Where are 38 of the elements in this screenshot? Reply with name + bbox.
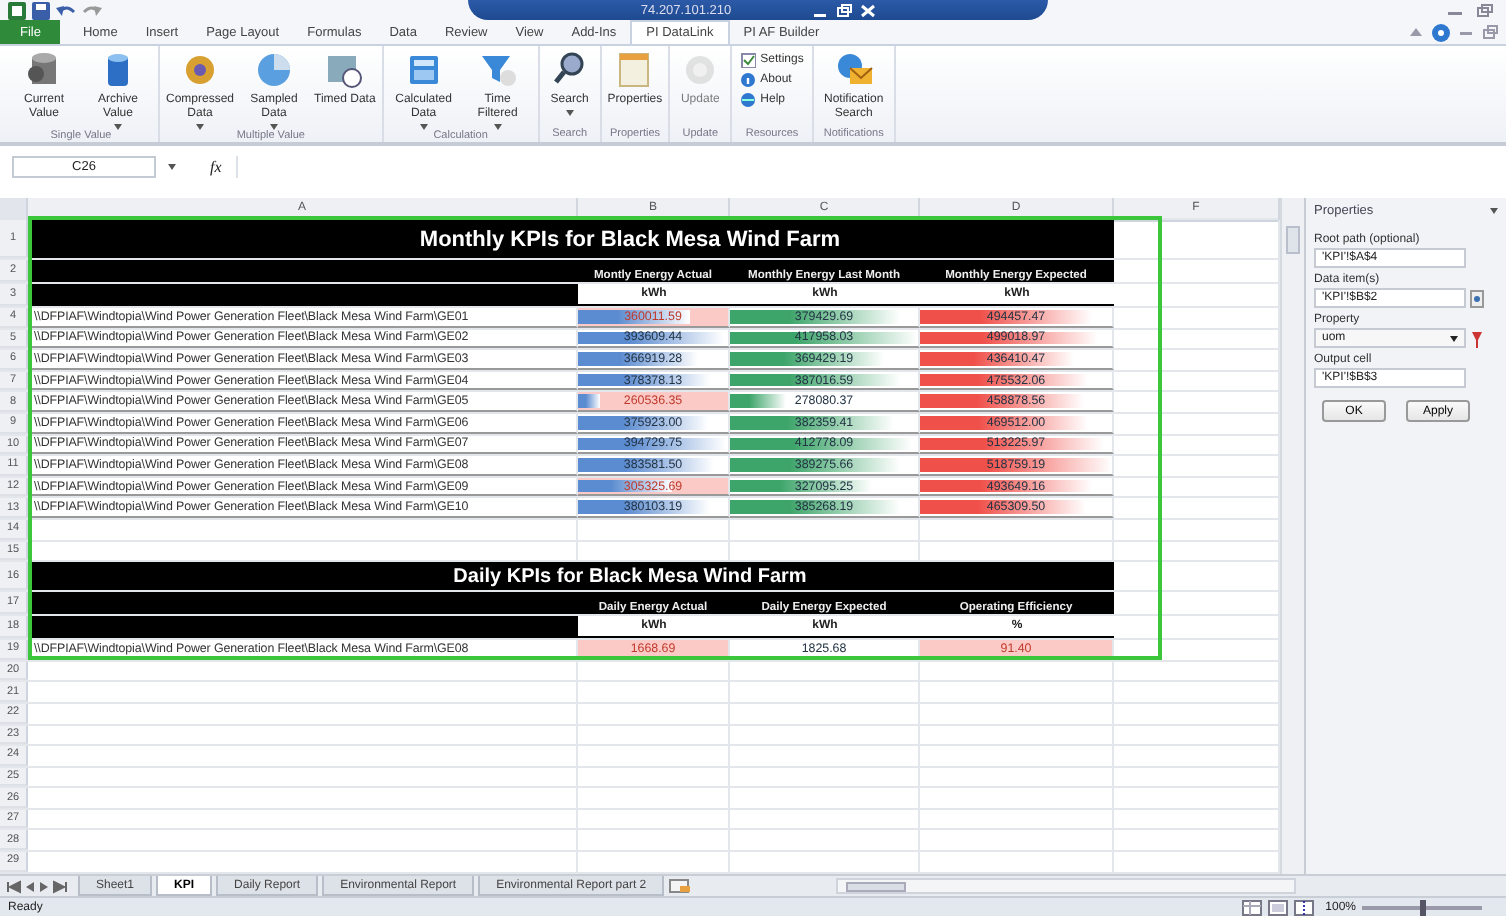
caret-icon: [493, 124, 502, 130]
caret-icon: [196, 124, 204, 130]
save-icon[interactable]: [32, 1, 50, 19]
insert-sheet-icon[interactable]: [668, 878, 693, 894]
caret-icon: [168, 164, 176, 170]
function-label[interactable]: fx: [204, 158, 228, 176]
redo-icon[interactable]: [82, 1, 102, 19]
scrollbar[interactable]: [1280, 198, 1304, 874]
previous-sheet-icon[interactable]: [24, 879, 36, 893]
envelope-icon[interactable]: [833, 50, 874, 90]
table-title: Daily KPIs for Black Mesa Wind Farm: [28, 562, 1114, 591]
clock-table-icon[interactable]: [324, 50, 365, 90]
page-break-view-icon[interactable]: [1293, 899, 1314, 915]
last-sheet-icon[interactable]: [52, 879, 68, 893]
picker-icon[interactable]: [1470, 289, 1484, 307]
funnel-icon[interactable]: [477, 50, 518, 90]
minimize-ribbon-icon[interactable]: [1408, 24, 1424, 40]
excel-icon[interactable]: [8, 1, 26, 19]
next-sheet-icon[interactable]: [38, 879, 50, 893]
pie-icon[interactable]: [254, 50, 294, 90]
caret-icon: [270, 124, 278, 130]
caret-icon[interactable]: [1490, 208, 1498, 214]
gear-icon[interactable]: [180, 50, 220, 90]
help-icon[interactable]: [1432, 23, 1450, 41]
checklist-icon[interactable]: [740, 52, 757, 68]
undo-icon[interactable]: [56, 1, 76, 19]
normal-view-icon[interactable]: [1241, 899, 1262, 915]
first-sheet-icon[interactable]: [6, 879, 22, 893]
close-icon[interactable]: [859, 3, 876, 17]
scrollbar[interactable]: [836, 878, 1297, 894]
restore-icon[interactable]: [835, 3, 852, 17]
page-layout-view-icon[interactable]: [1267, 899, 1288, 915]
caret-icon: [419, 124, 428, 130]
caret-icon: [565, 110, 574, 116]
pin-icon[interactable]: [1470, 329, 1484, 347]
table-title: Monthly KPIs for Black Mesa Wind Farm: [28, 220, 1114, 258]
info-icon[interactable]: [740, 72, 757, 88]
caret-icon: [114, 124, 122, 130]
